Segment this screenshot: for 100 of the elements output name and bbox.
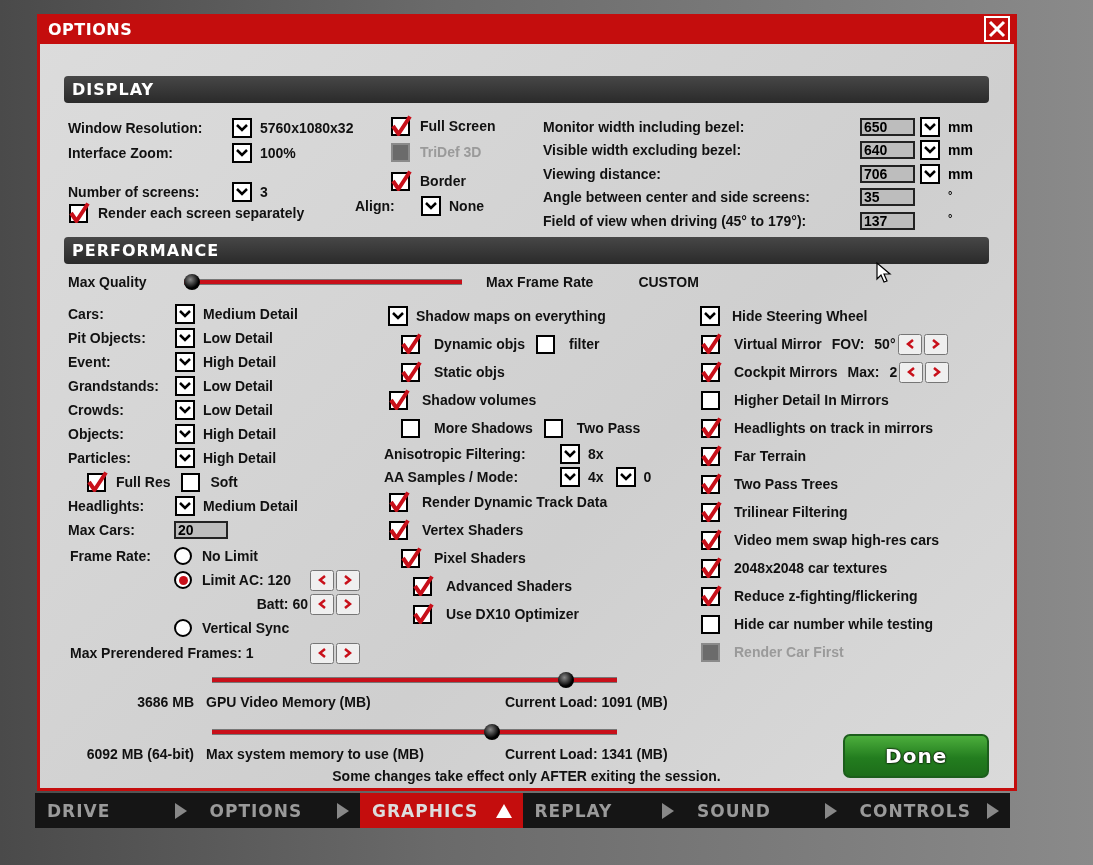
current-load: Current Load: 1341 (MB) bbox=[505, 746, 668, 762]
setting-value: 50° bbox=[874, 336, 896, 352]
checkbox-label: Headlights on track in mirrors bbox=[734, 420, 934, 436]
setting-value: Low Detail bbox=[203, 402, 273, 418]
checkbox-label: Render each screen separately bbox=[98, 205, 305, 221]
checkbox-label: Pixel Shaders bbox=[434, 550, 526, 566]
checkbox-label: Reduce z-fighting/flickering bbox=[734, 588, 918, 604]
setting-label: Angle between center and side screens: bbox=[543, 189, 811, 206]
setting-label: Frame Rate: bbox=[69, 547, 152, 566]
setting-label: Max: bbox=[847, 364, 880, 380]
nav-tab[interactable]: SOUND bbox=[685, 793, 848, 828]
checkbox-label: Two Pass Trees bbox=[734, 476, 838, 492]
checkbox-label: Higher Detail In Mirrors bbox=[734, 392, 889, 408]
setting-label: Visible width excluding bezel: bbox=[543, 142, 743, 159]
setting-label: Max Prerendered Frames: 1 bbox=[70, 645, 255, 661]
setting-label: GPU Video Memory (MB) bbox=[206, 694, 372, 710]
setting-label: Cars: bbox=[68, 306, 105, 322]
checkbox-label: Soft bbox=[210, 474, 238, 490]
number-field[interactable]: 650 bbox=[860, 117, 915, 136]
checkbox-label: Hide Steering Wheel bbox=[732, 308, 868, 324]
checkbox-label: Dynamic objs bbox=[434, 336, 526, 352]
number-field[interactable]: 137 bbox=[860, 211, 915, 230]
done-button[interactable]: Done bbox=[843, 734, 989, 778]
setting-value: Low Detail bbox=[203, 378, 273, 394]
setting-label: Anisotropic Filtering: bbox=[384, 445, 527, 462]
radio-label: Vertical Sync bbox=[202, 620, 291, 636]
checkbox-label: Static objs bbox=[434, 364, 505, 380]
setting-label: Max Quality bbox=[68, 274, 148, 290]
unit-label: ° bbox=[948, 212, 953, 224]
checkbox-label: Trilinear Filtering bbox=[734, 504, 848, 520]
setting-value: 0 bbox=[643, 468, 652, 485]
checkbox-label: Full Res bbox=[116, 474, 171, 490]
section-header: PERFORMANCE bbox=[64, 237, 989, 264]
number-field[interactable]: 640 bbox=[860, 141, 915, 160]
checkbox-label: Full Screen bbox=[420, 118, 496, 134]
setting-label: Max Cars: bbox=[68, 522, 136, 538]
checkbox-label: Render Dynamic Track Data bbox=[422, 494, 608, 510]
setting-label: Align: bbox=[355, 198, 396, 214]
radio-label: No Limit bbox=[202, 548, 259, 564]
setting-value: 5760x1080x32 bbox=[260, 119, 354, 136]
setting-label: Objects: bbox=[68, 426, 125, 442]
checkbox-label: 2048x2048 car textures bbox=[734, 560, 888, 576]
setting-label: Number of screens: bbox=[68, 184, 201, 200]
setting-label: Event: bbox=[68, 354, 112, 370]
setting-label: Crowds: bbox=[68, 402, 125, 418]
setting-label: Headlights: bbox=[68, 498, 146, 514]
setting-value: High Detail bbox=[203, 354, 277, 370]
setting-label: Interface Zoom: bbox=[68, 144, 174, 161]
radio-label: Limit AC: 120 bbox=[202, 572, 292, 588]
number-field[interactable]: 35 bbox=[860, 188, 915, 207]
setting-label: Particles: bbox=[68, 450, 133, 466]
notice-text: Some changes take effect only AFTER exiting the session. bbox=[331, 768, 722, 784]
nav-tab[interactable]: OPTIONS bbox=[197, 793, 360, 828]
checkbox-label: Vertex Shaders bbox=[422, 522, 524, 538]
nav-tab[interactable]: CONTROLS bbox=[847, 793, 1010, 828]
nav-tab[interactable]: REPLAY bbox=[522, 793, 685, 828]
memory-value: 6092 MB (64-bit) bbox=[85, 746, 194, 762]
setting-label: FOV: bbox=[831, 336, 865, 352]
setting-value: High Detail bbox=[203, 450, 277, 466]
setting-value: 3 bbox=[260, 184, 268, 200]
number-field[interactable]: 706 bbox=[860, 164, 915, 183]
preset-value: CUSTOM bbox=[638, 274, 699, 290]
setting-value: Medium Detail bbox=[203, 306, 298, 322]
setting-label: Viewing distance: bbox=[543, 165, 662, 182]
window-title: OPTIONS bbox=[48, 19, 133, 39]
setting-label: Max system memory to use (MB) bbox=[206, 746, 425, 762]
current-load: Current Load: 1091 (MB) bbox=[505, 694, 668, 710]
nav-tab[interactable]: GRAPHICS bbox=[360, 793, 523, 828]
checkbox-label: Virtual Mirror bbox=[734, 336, 822, 352]
checkbox-label: Use DX10 Optimizer bbox=[446, 606, 580, 622]
setting-value: Low Detail bbox=[203, 330, 273, 346]
checkbox-label: Render Car First bbox=[734, 644, 844, 660]
setting-label: Pit Objects: bbox=[68, 330, 147, 346]
nav-tab[interactable]: DRIVE bbox=[35, 793, 198, 828]
checkbox-label: Far Terrain bbox=[734, 448, 807, 464]
setting-label: Grandstands: bbox=[68, 378, 160, 394]
checkbox-label: Two Pass bbox=[576, 420, 641, 436]
unit-label: mm bbox=[948, 118, 973, 135]
setting-value: High Detail bbox=[203, 426, 277, 442]
section-header: DISPLAY bbox=[64, 76, 989, 103]
setting-value: Medium Detail bbox=[203, 498, 298, 514]
checkbox-label: More Shadows bbox=[434, 420, 533, 436]
setting-label: Monitor width including bezel: bbox=[543, 118, 746, 135]
unit-label: mm bbox=[948, 165, 973, 182]
setting-value: 4x bbox=[588, 468, 604, 485]
dropdown-label: Shadow maps on everything bbox=[416, 308, 606, 324]
setting-value: 2 bbox=[889, 364, 898, 380]
unit-label: ° bbox=[948, 188, 953, 201]
setting-label: Max Frame Rate bbox=[486, 274, 594, 290]
checkbox-label: Shadow volumes bbox=[422, 392, 537, 408]
unit-label: mm bbox=[948, 142, 973, 159]
setting-value: None bbox=[449, 198, 484, 214]
number-field[interactable]: 20 bbox=[174, 521, 228, 539]
checkbox-label: TriDef 3D bbox=[420, 143, 482, 160]
setting-value: 100% bbox=[260, 144, 296, 161]
setting-label: Field of view when driving (45° to 179°): bbox=[543, 212, 808, 229]
setting-label: Batt: 60 bbox=[255, 596, 308, 612]
checkbox-label: filter bbox=[569, 336, 600, 352]
checkbox-label: Cockpit Mirrors bbox=[734, 364, 838, 380]
checkbox-label: Hide car number while testing bbox=[734, 616, 934, 632]
